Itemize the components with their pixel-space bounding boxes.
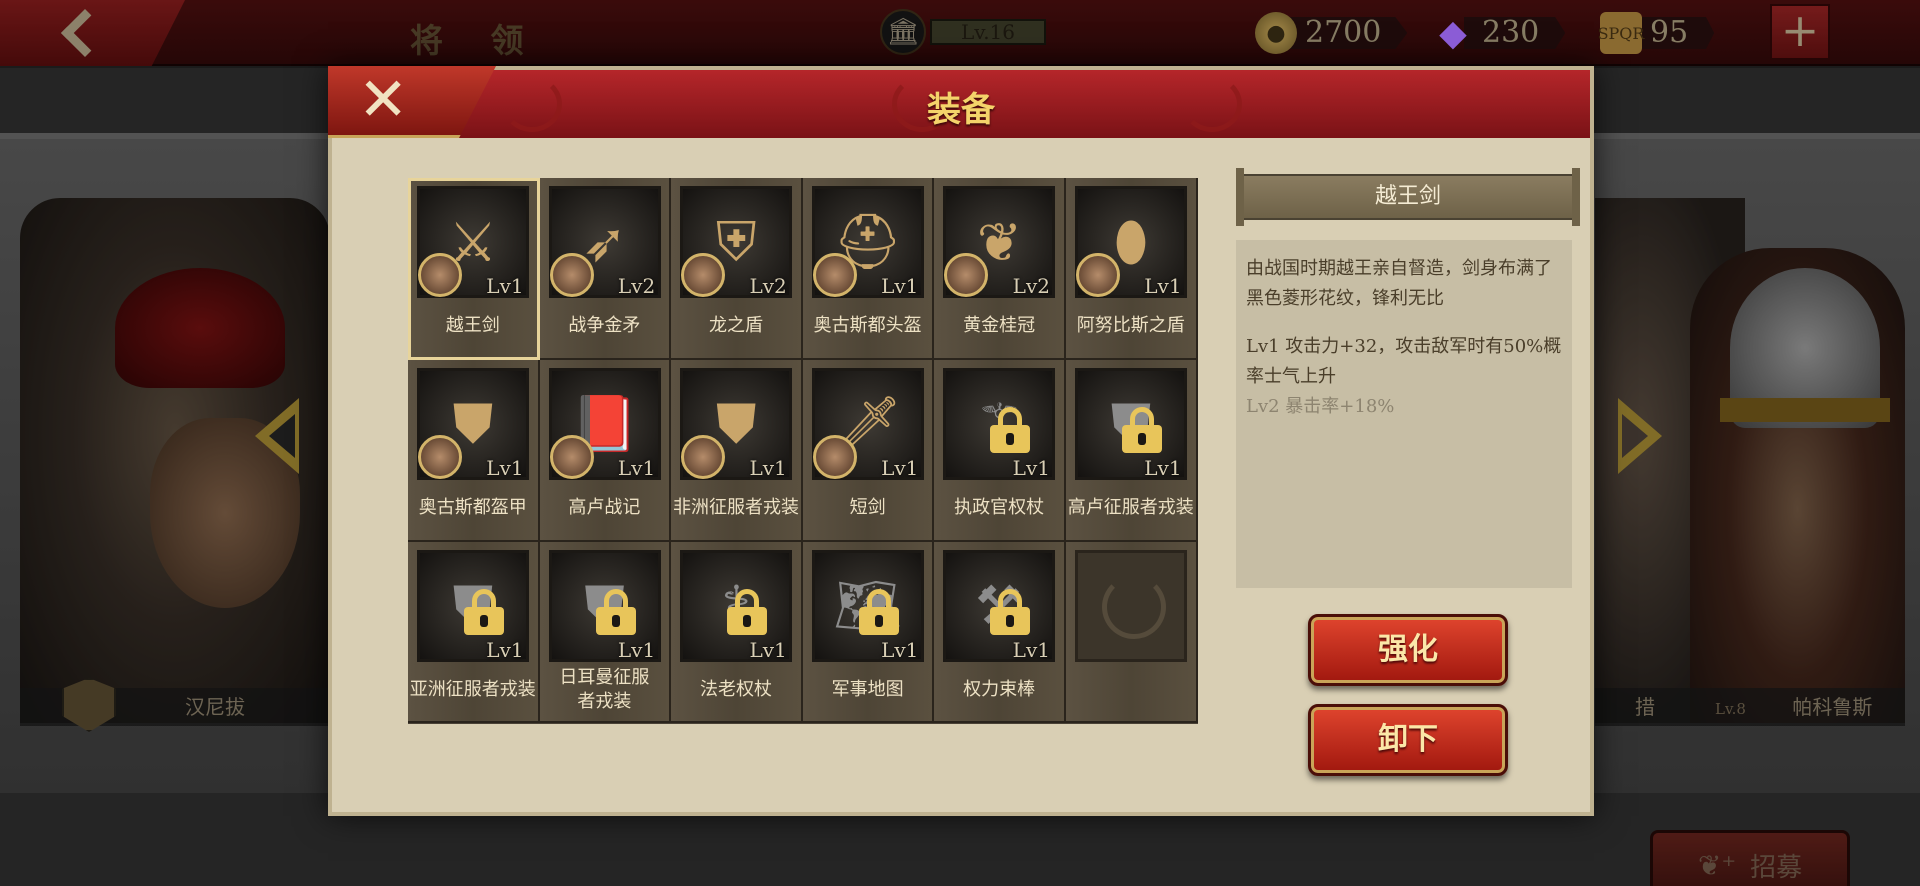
equipment-name: 黄金桂冠: [963, 315, 1036, 336]
equipment-name: 法老权杖: [699, 678, 772, 700]
equipment-slot[interactable]: ⛊ Lv1 奥古斯都盔甲: [408, 359, 540, 542]
lock-icon: [858, 588, 899, 635]
equipment-slot[interactable]: ⚕ Lv1 法老权杖: [671, 541, 803, 724]
lock-icon: [595, 588, 636, 635]
equipment-art: [1074, 549, 1187, 662]
item-description: 由战国时期越王亲自督造，剑身布满了黑色菱形花纹，锋利无比: [1246, 258, 1552, 309]
equipment-level: Lv1: [486, 637, 524, 662]
equipment-level: Lv1: [1144, 455, 1182, 480]
equipment-name: 亚洲征服者戎装: [409, 678, 536, 700]
equipment-slot[interactable]: ➶ Lv2 战争金矛: [539, 178, 672, 360]
empty-equipment-slot[interactable]: [1065, 541, 1198, 724]
owner-portrait-icon: [418, 253, 462, 297]
equipment-slot[interactable]: ⚔ Lv1 越王剑: [408, 178, 540, 360]
equipment-slot[interactable]: ❦ Lv2 黄金桂冠: [934, 178, 1066, 360]
equipment-slot[interactable]: 📕 Lv1 高卢战记: [539, 359, 672, 542]
equipment-level: Lv1: [749, 637, 787, 662]
equipment-level: Lv1: [1012, 455, 1050, 480]
equipment-grid: ⚔ Lv1 越王剑 ➶ Lv2 战争金矛 ⛨ Lv2 龙之盾 ⛑ Lv1 奥古斯都头盔 ❦ Lv2 黄金桂冠…: [408, 178, 1198, 724]
modal-title: 装备: [927, 90, 995, 130]
laurel-wreath-icon: [1101, 574, 1166, 639]
equipment-name: 短剑: [849, 496, 886, 518]
owner-portrait-icon: [812, 253, 857, 297]
detail-panel: 由战国时期越王亲自督造，剑身布满了黑色菱形花纹，锋利无比 Lv1 攻击力+32，…: [1236, 240, 1572, 588]
owner-portrait-icon: [812, 434, 857, 479]
equipment-slot[interactable]: ⛊ Lv1 高卢征服者戎装: [1065, 359, 1198, 542]
equipment-name: 阿努比斯之盾: [1076, 315, 1185, 336]
equipment-level: Lv1: [881, 455, 919, 480]
lock-icon: [990, 588, 1031, 635]
equipment-level: Lv1: [749, 455, 787, 480]
spqr-eagle-icon: SPQR: [1598, 12, 1644, 54]
equipment-slot[interactable]: ⬮ Lv1 阿努比斯之盾: [1065, 178, 1198, 360]
lock-icon: [1121, 406, 1162, 453]
lock-icon: [464, 588, 504, 635]
equipment-level: Lv2: [617, 274, 656, 298]
equipment-name: 日耳曼征服者戎装: [559, 666, 650, 712]
item-stat-lv1: Lv1 攻击力+32，攻击敌军时有50%概率士气上升: [1246, 336, 1562, 387]
equipment-name: 龙之盾: [708, 315, 763, 336]
equipment-slot[interactable]: ⚒ Lv1 权力束棒: [934, 541, 1066, 724]
equipment-level: Lv1: [617, 637, 656, 662]
equipment-level: Lv1: [617, 455, 656, 480]
equipment-level: Lv1: [1144, 274, 1182, 298]
lock-icon: [990, 406, 1031, 453]
unequip-button[interactable]: 卸下: [1308, 704, 1508, 776]
equipment-name: 奥古斯都盔甲: [418, 496, 527, 518]
equipment-slot[interactable]: ⚚ Lv1 执政官权杖: [934, 359, 1066, 542]
detail-title: 越王剑: [1236, 168, 1580, 226]
equipment-modal: 装备 ✕ ⚔ Lv1 越王剑 ➶ Lv2 战争金矛 ⛨ Lv2 龙之盾 ⛑ Lv1 奥古斯都头盔 ❦ Lv…: [328, 66, 1594, 816]
owner-portrait-icon: [681, 434, 726, 479]
close-icon: ✕: [358, 65, 409, 135]
equipment-level: Lv1: [1012, 637, 1050, 662]
item-stat-lv2: Lv2 暴击率+18%: [1246, 396, 1395, 417]
equipment-name: 权力束棒: [963, 678, 1036, 700]
equipment-level: Lv2: [1012, 274, 1050, 298]
equipment-slot[interactable]: ⛊ Lv1 非洲征服者戎装: [671, 359, 803, 542]
owner-portrait-icon: [549, 253, 594, 297]
equipment-slot[interactable]: ⛊ Lv1 亚洲征服者戎装: [408, 541, 540, 724]
equipment-level: Lv1: [486, 274, 524, 298]
equipment-slot[interactable]: 🗡 Lv1 短剑: [802, 359, 935, 542]
equipment-slot[interactable]: ⛊ Lv1 日耳曼征服者戎装: [539, 541, 672, 724]
enhance-button[interactable]: 强化: [1308, 614, 1508, 686]
equipment-name: 非洲征服者戎装: [672, 496, 799, 518]
equipment-name: 高卢战记: [568, 496, 641, 518]
lock-icon: [727, 588, 768, 635]
owner-portrait-icon: [1075, 253, 1120, 297]
equipment-level: Lv1: [881, 274, 919, 298]
owner-portrait-icon: [549, 434, 594, 479]
equipment-name: 执政官权杖: [954, 496, 1045, 518]
equipment-level: Lv2: [749, 274, 787, 298]
gem-icon: ◆: [1439, 12, 1467, 54]
owner-portrait-icon: [681, 253, 726, 297]
equipment-slot[interactable]: 🗺 Lv1 军事地图: [802, 541, 935, 724]
equipment-name: 高卢征服者戎装: [1067, 496, 1194, 518]
equipment-slot[interactable]: ⛨ Lv2 龙之盾: [671, 178, 803, 360]
equipment-level: Lv1: [881, 637, 919, 662]
gold-coin-icon: ●: [1255, 12, 1297, 54]
equipment-name: 军事地图: [831, 678, 904, 700]
equipment-name: 越王剑: [445, 315, 500, 336]
equipment-slot[interactable]: ⛑ Lv1 奥古斯都头盔: [802, 178, 935, 360]
owner-portrait-icon: [418, 434, 462, 479]
equipment-name: 战争金矛: [568, 315, 641, 336]
modal-header: 装备: [332, 70, 1590, 138]
equipment-name: 奥古斯都头盔: [813, 315, 922, 336]
equipment-level: Lv1: [486, 455, 524, 480]
